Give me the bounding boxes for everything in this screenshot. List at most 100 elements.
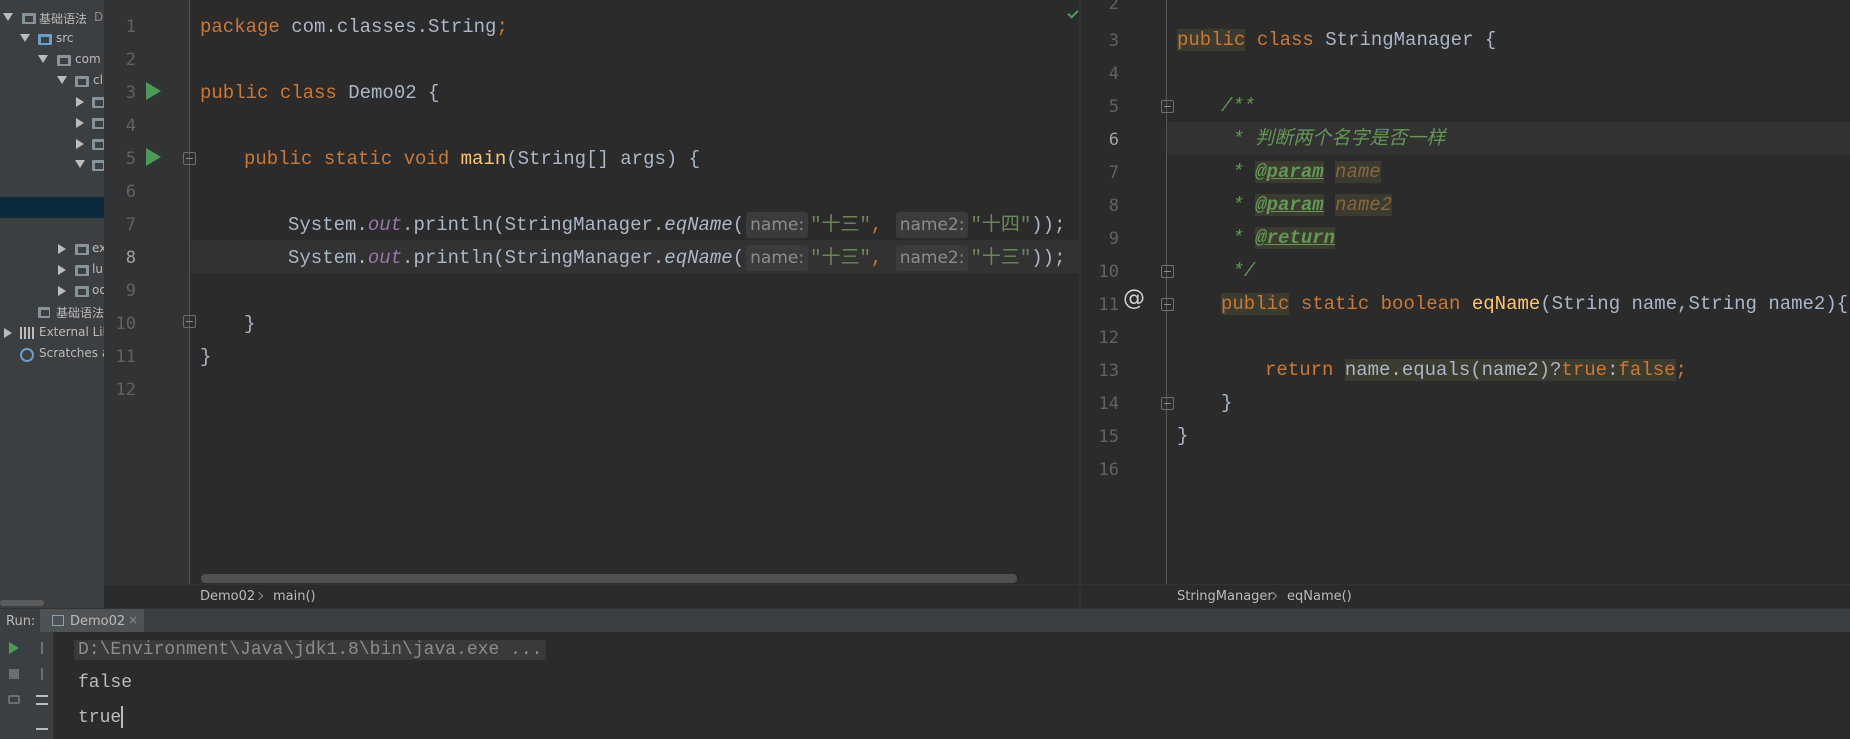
- tree-item-child-3[interactable]: [0, 134, 104, 155]
- chevron-down-icon[interactable]: [38, 55, 48, 63]
- code-line-11: }: [200, 341, 211, 374]
- breadcrumb-item-method[interactable]: main(): [273, 589, 316, 604]
- fold-marker-icon[interactable]: [183, 152, 196, 165]
- up-arrow-icon[interactable]: [41, 642, 43, 654]
- chevron-right-icon[interactable]: [58, 286, 66, 296]
- javadoc-comment: *: [1221, 161, 1256, 183]
- run-tab-demo02[interactable]: Demo02 ×: [40, 609, 144, 633]
- breadcrumb-item-class[interactable]: StringManager: [1177, 589, 1273, 604]
- left-editor-gutter[interactable]: 1 2 3 4 5 6 7 8 9 10 11 12: [104, 0, 196, 584]
- no-errors-check-icon[interactable]: [1067, 7, 1079, 19]
- code-token: System.: [288, 214, 368, 236]
- console-output-text: true: [78, 707, 122, 728]
- chevron-down-icon[interactable]: [57, 76, 67, 84]
- fold-marker-icon[interactable]: [1161, 397, 1174, 410]
- chevron-right-icon[interactable]: [4, 328, 12, 338]
- code-line-8: System.out.println(StringManager.eqName(…: [288, 242, 1066, 275]
- console-output-line: false: [78, 673, 133, 693]
- right-editor[interactable]: 2 3 4 5 6 7 8 9 10 11 12 13 14 15 16 @ p…: [1081, 0, 1850, 608]
- left-editor[interactable]: 1 2 3 4 5 6 7 8 9 10 11 12 package com.c…: [104, 0, 1079, 608]
- package-icon: [75, 265, 89, 276]
- tree-item-src[interactable]: src: [0, 29, 104, 50]
- console-output-line-last: true: [78, 706, 124, 728]
- tree-item-label: oo: [92, 283, 104, 297]
- line-number: 16: [1098, 460, 1119, 480]
- breadcrumb: Demo02 main(): [104, 584, 1079, 608]
- chevron-down-icon[interactable]: [20, 34, 30, 42]
- package-icon: [75, 286, 89, 297]
- run-main-icon[interactable]: [146, 148, 161, 166]
- run-console[interactable]: D:\Environment\Java\jdk1.8\bin\java.exe …: [0, 632, 1850, 739]
- tree-item-child-1[interactable]: [0, 92, 104, 113]
- closing-brace: }: [1221, 392, 1233, 414]
- code-token: ));: [1031, 247, 1066, 269]
- breadcrumb: StringManager eqName(): [1081, 584, 1850, 608]
- line-number: 5: [125, 149, 136, 169]
- code-line-10: */: [1221, 255, 1255, 288]
- tree-item-child-4[interactable]: [0, 155, 104, 176]
- camera-icon[interactable]: [8, 695, 20, 704]
- rerun-icon[interactable]: [9, 642, 19, 654]
- run-toolbar: [0, 632, 54, 739]
- soft-wrap-icon[interactable]: [36, 695, 48, 705]
- line-number: 2: [1108, 0, 1119, 14]
- fold-marker-icon[interactable]: [183, 315, 196, 328]
- keyword: static boolean: [1289, 293, 1472, 315]
- tree-item-oo[interactable]: oo: [0, 281, 104, 302]
- down-arrow-icon[interactable]: [41, 668, 43, 680]
- tree-item-child-2[interactable]: [0, 113, 104, 134]
- console-icon: [52, 615, 64, 626]
- package-icon: [92, 139, 104, 150]
- close-tab-button[interactable]: ×: [128, 613, 138, 627]
- project-tree-panel: 基础语法 D src com cl ex lu oo 基础语法 External…: [0, 0, 104, 608]
- line-number: 14: [1098, 394, 1119, 414]
- parameter-hint: name2:: [895, 212, 969, 238]
- package-icon: [92, 97, 104, 108]
- code-token: System.: [288, 247, 368, 269]
- tree-item-iml-file[interactable]: 基础语法: [0, 302, 104, 323]
- tree-item-lu[interactable]: lu: [0, 260, 104, 281]
- line-number: 1: [125, 17, 136, 37]
- tree-item-label: External Lib: [39, 325, 104, 339]
- scroll-to-end-icon[interactable]: [36, 718, 48, 730]
- chevron-right-icon[interactable]: [58, 244, 66, 254]
- tree-item-com[interactable]: com: [0, 50, 104, 71]
- stop-icon[interactable]: [9, 669, 19, 679]
- run-class-icon[interactable]: [146, 82, 161, 100]
- chevron-right-icon[interactable]: [76, 139, 84, 149]
- chevron-down-icon[interactable]: [75, 160, 85, 168]
- chevron-right-icon[interactable]: [76, 118, 84, 128]
- sidebar-scrollbar[interactable]: [0, 600, 44, 606]
- code-line-8: * @param name2: [1221, 189, 1393, 222]
- line-number: 6: [125, 182, 136, 202]
- fold-marker-icon[interactable]: [1161, 265, 1174, 278]
- code-line-3: public class Demo02 {: [200, 77, 439, 110]
- tree-item-project-root[interactable]: 基础语法 D: [0, 8, 104, 29]
- chevron-right-icon[interactable]: [76, 97, 84, 107]
- code-line-15: }: [1177, 420, 1188, 453]
- fold-marker-icon[interactable]: [1161, 100, 1174, 113]
- tree-item-scratches[interactable]: Scratches a: [0, 344, 104, 365]
- package-icon: [57, 55, 71, 66]
- chevron-right-icon[interactable]: [58, 265, 66, 275]
- right-editor-gutter[interactable]: 2 3 4 5 6 7 8 9 10 11 12 13 14 15 16 @: [1081, 0, 1174, 584]
- horizontal-scrollbar[interactable]: [201, 574, 1017, 583]
- tree-item-ex[interactable]: ex: [0, 239, 104, 260]
- method-usage-icon[interactable]: @: [1123, 286, 1145, 311]
- breadcrumb-item-method[interactable]: eqName(): [1287, 589, 1352, 604]
- line-number: 7: [1108, 163, 1119, 183]
- tree-item-selected-file[interactable]: [0, 197, 104, 218]
- code-line-6: * 判断两个名字是否一样: [1221, 123, 1445, 156]
- code-line-10: }: [244, 308, 255, 341]
- semicolon: ;: [1675, 359, 1687, 381]
- breadcrumb-item-class[interactable]: Demo02: [200, 589, 255, 604]
- code-line-11: public static boolean eqName(String name…: [1221, 288, 1848, 321]
- tree-item-external-libraries[interactable]: External Lib: [0, 323, 104, 344]
- tree-item-label: lu: [92, 262, 103, 276]
- fold-marker-icon[interactable]: [1161, 298, 1174, 311]
- javadoc-comment: *: [1221, 227, 1256, 249]
- tree-item-cl[interactable]: cl: [0, 71, 104, 92]
- chevron-down-icon[interactable]: [3, 13, 13, 21]
- code-token: .println(StringManager.: [402, 214, 665, 236]
- line-number: 13: [1098, 361, 1119, 381]
